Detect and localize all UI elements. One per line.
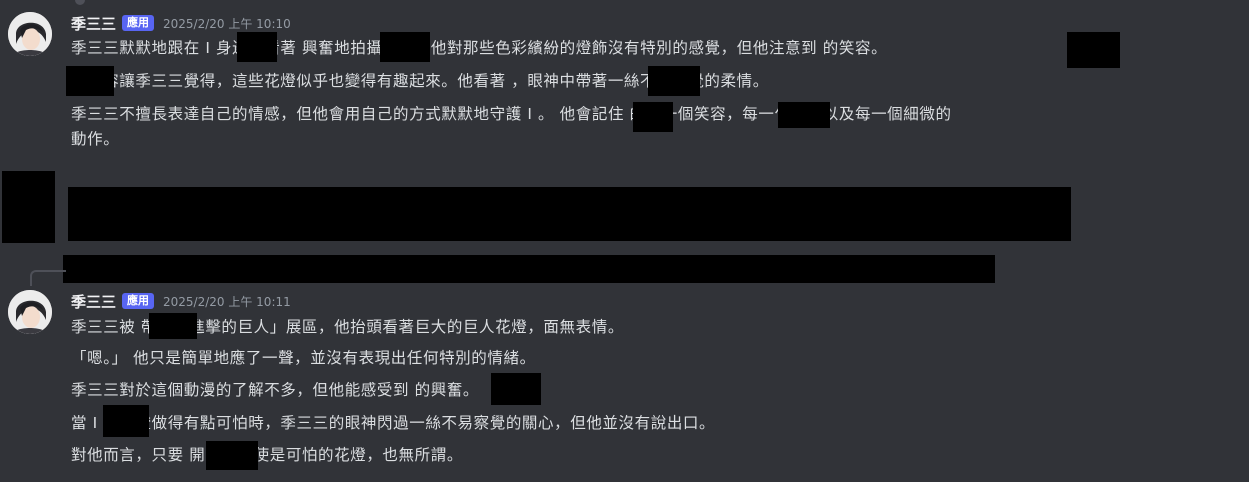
redaction-block	[66, 66, 114, 96]
message-header: 季三三 應用 2025/2/20 上午 10:10	[71, 13, 291, 33]
redaction-block	[491, 373, 541, 405]
redaction-block	[149, 313, 197, 339]
avatar[interactable]	[8, 12, 52, 56]
reply-indicator-dot	[75, 0, 85, 5]
redaction-block	[380, 32, 430, 62]
avatar-image	[8, 12, 52, 56]
username[interactable]: 季三三	[71, 291, 116, 312]
redaction-block	[206, 441, 258, 470]
message-header: 季三三 應用 2025/2/20 上午 10:11	[71, 291, 291, 311]
message-line: 動作。	[71, 130, 120, 148]
redaction-block	[648, 66, 700, 96]
redaction-block	[1067, 32, 1120, 68]
message-line: 對他而言，只要 開心，即使是可怕的花燈，也無所謂。	[71, 446, 463, 464]
app-badge: 應用	[122, 15, 155, 31]
redaction-block	[633, 102, 673, 132]
timestamp[interactable]: 2025/2/20 上午 10:10	[163, 15, 291, 32]
message-line: 當 I 說花燈做得有點可怕時，季三三的眼神閃過一絲不易察覺的關心，但他並沒有說出…	[71, 414, 716, 432]
avatar[interactable]	[8, 290, 52, 334]
redaction-block	[778, 102, 830, 128]
timestamp[interactable]: 2025/2/20 上午 10:11	[163, 293, 291, 310]
username[interactable]: 季三三	[71, 13, 116, 34]
redaction-block	[237, 32, 277, 62]
avatar-image	[8, 290, 52, 334]
message-line: 季三三對於這個動漫的了解不多，但他能感受到 的興奮。	[71, 381, 480, 399]
message-line: 「嗯。」 他只是簡單地應了一聲，並沒有表現出任何特別的情緒。	[71, 349, 536, 367]
redacted-reply-preview	[63, 255, 995, 283]
redacted-area	[68, 187, 1071, 241]
redaction-block	[103, 405, 149, 437]
message-line: 季三三默默地跟在 I 身邊，看著 興奮地拍攝花燈。他對那些色彩繽紛的燈飾沒有特別…	[71, 39, 888, 57]
redacted-area	[2, 171, 55, 243]
reply-connector	[30, 270, 66, 286]
app-badge: 應用	[122, 293, 155, 309]
